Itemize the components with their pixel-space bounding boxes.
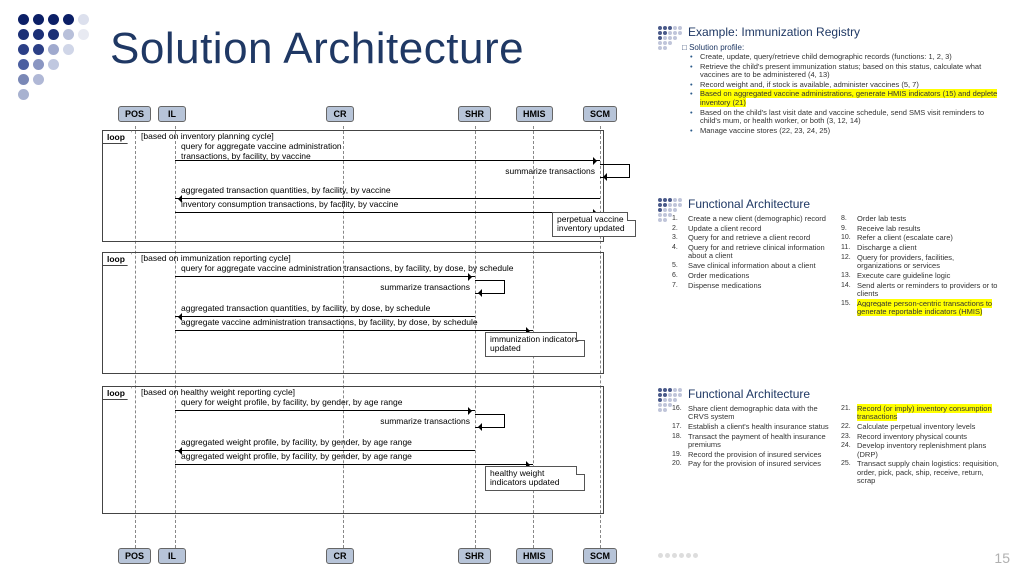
pagination-dots — [658, 553, 698, 558]
thumb2-col1: Create a new client (demographic) record… — [672, 215, 831, 318]
thumbnail-immunization-registry: Example: Immunization Registry □ Solutio… — [656, 26, 1008, 137]
thumb3-col1: Share client demographic data with the C… — [672, 405, 831, 487]
actor-cr-bottom: CR — [326, 548, 354, 564]
thumb2-col2: Order lab testsReceive lab resultsRefer … — [841, 215, 1000, 318]
page-title: Solution Architecture — [110, 24, 524, 74]
actor-hmis-top: HMIS — [516, 106, 553, 122]
thumb1-title: Example: Immunization Registry — [688, 26, 1008, 40]
logo-dot-grid — [18, 14, 90, 101]
mini-logo-icon — [658, 26, 682, 50]
thumb1-subhead: □ Solution profile: — [682, 43, 1000, 52]
actor-il-top: IL — [158, 106, 186, 122]
actor-shr-bottom: SHR — [458, 548, 491, 564]
thumb2-title: Functional Architecture — [688, 198, 1008, 212]
actor-pos-top: POS — [118, 106, 151, 122]
actor-row-bottom: POS IL CR SHR HMIS SCM — [108, 548, 636, 568]
actor-hmis-bottom: HMIS — [516, 548, 553, 564]
actor-pos-bottom: POS — [118, 548, 151, 564]
thumb1-list: Create, update, query/retrieve child dem… — [686, 53, 1000, 136]
page-number: 15 — [994, 550, 1010, 566]
thumbnail-functional-arch-1: Functional Architecture Create a new cli… — [656, 198, 1008, 318]
thumbnail-functional-arch-2: Functional Architecture Share client dem… — [656, 388, 1008, 487]
thumb3-title: Functional Architecture — [688, 388, 1008, 402]
actor-il-bottom: IL — [158, 548, 186, 564]
thumb3-col2: Record (or imply) inventory consumption … — [841, 405, 1000, 487]
actor-shr-top: SHR — [458, 106, 491, 122]
actor-scm-top: SCM — [583, 106, 617, 122]
sequence-diagram: POSILCRSHRHMISSCM POSILCRSHRHMISSCM loop… — [108, 106, 636, 568]
actor-cr-top: CR — [326, 106, 354, 122]
actor-scm-bottom: SCM — [583, 548, 617, 564]
actor-row-top: POS IL CR SHR HMIS SCM — [108, 106, 636, 126]
